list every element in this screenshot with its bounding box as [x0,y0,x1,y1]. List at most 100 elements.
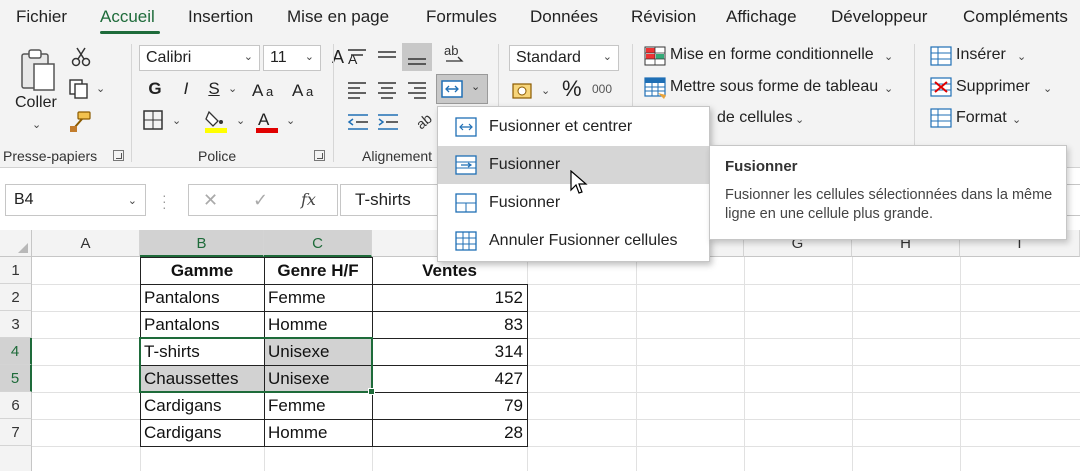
thousands-separator-button[interactable]: 000 [592,82,612,96]
fill-handle[interactable] [368,388,375,395]
font-name-select[interactable]: Calibri ⌄ [139,45,260,71]
row-header-3[interactable]: 3 [0,311,32,338]
underline-dropdown-arrow[interactable]: ⌄ [228,82,237,95]
table-cell[interactable]: 28 [372,419,527,446]
percent-button[interactable]: % [562,76,582,102]
menu-item-merge-center[interactable]: Fusionner et centrer [438,108,709,146]
cell-styles-button[interactable]: de cellules [717,109,793,127]
tab-insertion[interactable]: Insertion [188,7,253,27]
tab-accueil[interactable]: Accueil [100,7,155,27]
format-as-table-icon[interactable] [644,77,666,104]
tab-affichage[interactable]: Affichage [726,7,797,27]
align-center-icon[interactable] [376,80,398,105]
align-top-icon[interactable] [346,47,368,70]
row-header-2[interactable]: 2 [0,284,32,311]
column-header-b[interactable]: B [140,230,264,257]
table-header-genre[interactable]: Genre H/F [264,257,372,284]
table-cell[interactable]: Femme [264,284,372,311]
select-all-corner[interactable] [0,230,32,257]
table-cell[interactable]: Pantalons [140,311,264,338]
row-header-7[interactable]: 7 [0,419,32,446]
clipboard-launcher-icon[interactable] [113,150,124,161]
tab-formules[interactable]: Formules [426,7,497,27]
font-launcher-icon[interactable] [314,150,325,161]
table-cell[interactable]: Pantalons [140,284,264,311]
conditional-format-dropdown-arrow[interactable]: ⌄ [884,50,893,63]
delete-cells-icon[interactable] [930,77,952,102]
format-cells-icon[interactable] [930,108,952,133]
tab-mise-en-page[interactable]: Mise en page [287,7,389,27]
strikethrough-icon[interactable]: Aa [250,79,290,106]
number-format-select[interactable]: Standard ⌄ [509,45,619,71]
italic-button[interactable]: I [173,77,199,101]
align-middle-icon[interactable] [376,47,398,70]
cut-icon[interactable] [70,46,92,73]
insert-function-button[interactable]: fx [301,190,316,209]
tab-donnees[interactable]: Données [530,7,598,27]
underline-button[interactable]: S [201,77,227,101]
decrease-indent-icon[interactable] [346,112,370,137]
text-orientation-icon[interactable]: ab [442,43,466,74]
insert-cells-button[interactable]: Insérer [956,46,1006,64]
borders-dropdown-arrow[interactable]: ⌄ [172,114,181,127]
menu-item-unmerge[interactable]: Annuler Fusionner cellules [438,222,709,260]
accounting-format-icon[interactable] [511,80,537,107]
column-header-a[interactable]: A [32,230,140,257]
font-size-change-icon[interactable]: Aa [290,79,320,106]
delete-cells-button[interactable]: Supprimer [956,78,1030,96]
align-left-icon[interactable] [346,80,368,105]
confirm-icon[interactable]: ✓ [253,190,268,211]
fill-color-icon[interactable] [203,108,229,139]
formula-bar-handle-icon[interactable]: · · · [162,188,167,214]
table-cell[interactable]: 83 [372,311,527,338]
conditional-format-button[interactable]: Mise en forme conditionnelle [670,46,874,64]
copy-icon[interactable] [68,78,90,105]
align-bottom-icon[interactable] [402,43,432,71]
format-painter-icon[interactable] [68,110,92,139]
copy-dropdown-arrow[interactable]: ⌄ [96,82,105,95]
name-box[interactable]: B4 ⌄ [5,184,146,216]
cell-styles-dropdown-arrow[interactable]: ⌄ [795,113,804,126]
table-cell[interactable]: 314 [372,338,527,365]
table-cell[interactable]: Cardigans [140,392,264,419]
row-header-5[interactable]: 5 [0,365,32,392]
format-dropdown-arrow[interactable]: ⌄ [1012,113,1021,126]
bold-button[interactable]: G [142,77,168,101]
delete-dropdown-arrow[interactable]: ⌄ [1043,82,1052,95]
table-cell[interactable]: 79 [372,392,527,419]
table-cell[interactable]: Homme [264,419,372,446]
borders-icon[interactable] [142,109,164,136]
row-header-4[interactable]: 4 [0,338,32,365]
tab-revision[interactable]: Révision [631,7,696,27]
insert-cells-icon[interactable] [930,46,952,71]
orientation-icon[interactable]: ab [413,110,435,137]
font-size-select[interactable]: 11 ⌄ [263,45,321,71]
accounting-dropdown-arrow[interactable]: ⌄ [541,84,550,97]
conditional-format-icon[interactable] [644,46,666,71]
format-cells-button[interactable]: Format [956,109,1007,127]
paste-button-label[interactable]: Coller [15,94,57,112]
cancel-icon[interactable]: ✕ [203,190,218,211]
row-header-6[interactable]: 6 [0,392,32,419]
table-cell[interactable]: 427 [372,365,527,392]
table-header-gamme[interactable]: Gamme [140,257,264,284]
tab-developpeur[interactable]: Développeur [831,7,927,27]
paste-icon[interactable] [20,46,58,99]
merge-center-button[interactable]: ⌄ [436,74,488,104]
table-cell[interactable]: 152 [372,284,527,311]
font-color-dropdown-arrow[interactable]: ⌄ [286,114,295,127]
fill-color-dropdown-arrow[interactable]: ⌄ [236,114,245,127]
format-as-table-button[interactable]: Mettre sous forme de tableau [670,78,878,96]
insert-dropdown-arrow[interactable]: ⌄ [1017,50,1026,63]
row-header-8[interactable] [0,446,32,471]
table-cell[interactable]: Homme [264,311,372,338]
table-cell[interactable]: Cardigans [140,419,264,446]
font-color-icon[interactable]: A [254,108,280,139]
tab-complements[interactable]: Compléments [963,7,1068,27]
tab-fichier[interactable]: Fichier [16,7,67,27]
format-as-table-dropdown-arrow[interactable]: ⌄ [884,82,893,95]
align-right-icon[interactable] [406,80,428,105]
increase-indent-icon[interactable] [376,112,400,137]
row-header-1[interactable]: 1 [0,257,32,284]
paste-dropdown-arrow[interactable]: ⌄ [32,118,41,131]
